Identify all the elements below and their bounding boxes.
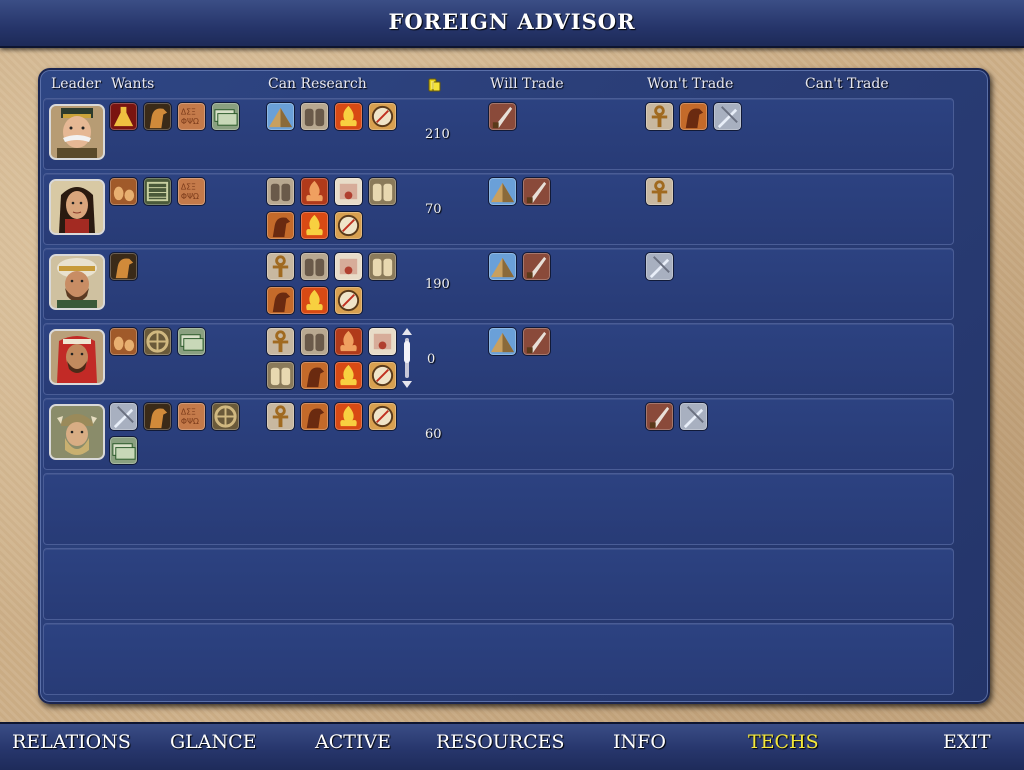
tech-iron-working-icon[interactable] — [109, 402, 138, 431]
tech-alphabet-icon[interactable] — [143, 177, 172, 206]
leader-portrait-sultan[interactable] — [49, 254, 105, 310]
tech-warrior-code-icon[interactable] — [645, 402, 674, 431]
tech-masonry-icon[interactable] — [488, 177, 517, 206]
tech-iron-working-icon[interactable] — [679, 402, 708, 431]
empty-row — [43, 548, 954, 620]
svg-text:ΔΣΞ: ΔΣΞ — [181, 108, 196, 117]
nav-info-button[interactable]: INFO — [613, 731, 666, 753]
tech-navigation-icon[interactable] — [368, 102, 397, 131]
gold-scroll-control[interactable] — [401, 327, 413, 389]
tech-masonry-icon[interactable] — [488, 252, 517, 281]
svg-text:ΔΣΞ: ΔΣΞ — [181, 408, 196, 417]
leader-portrait-viking[interactable] — [49, 404, 105, 460]
nav-resources-button[interactable]: RESOURCES — [436, 731, 565, 753]
tech-navigation-icon[interactable] — [334, 211, 363, 240]
window-title: FOREIGN ADVISOR — [388, 9, 636, 34]
tech-bronze-working-icon[interactable] — [334, 102, 363, 131]
tech-currency-icon[interactable] — [211, 102, 240, 131]
tech-pottery-icon[interactable] — [109, 177, 138, 206]
tech-horseback-riding-icon[interactable] — [300, 402, 329, 431]
tech-horseback-riding-icon[interactable] — [266, 211, 295, 240]
tech-ceremonial-burial-icon[interactable] — [266, 327, 295, 356]
tech-currency-icon[interactable] — [109, 436, 138, 465]
tech-bronze-working-icon[interactable] — [300, 211, 329, 240]
column-header-leader: Leader — [51, 76, 101, 92]
tech-writing-icon[interactable]: ΔΣΞ ΦΨΩ — [177, 102, 206, 131]
gold-value: 0 — [427, 352, 436, 367]
tech-literature-icon[interactable] — [368, 252, 397, 281]
column-header-cant-trade: Can't Trade — [805, 76, 889, 92]
tech-navigation-icon[interactable] — [368, 361, 397, 390]
tech-horseback-riding-icon[interactable] — [679, 102, 708, 131]
tech-ceremonial-burial-icon[interactable] — [645, 102, 674, 131]
tech-mathematics-icon[interactable] — [334, 252, 363, 281]
scroll-down-arrow-icon — [402, 381, 412, 388]
tech-horseback-riding-icon[interactable] — [300, 361, 329, 390]
column-header-can-research: Can Research — [268, 76, 367, 92]
leader-portrait-sheikh[interactable] — [49, 329, 105, 385]
tech-writing-icon[interactable]: ΔΣΞ ΦΨΩ — [177, 177, 206, 206]
column-header-wont-trade: Won't Trade — [647, 76, 734, 92]
tech-navigation-icon[interactable] — [334, 286, 363, 315]
gold-coins-icon — [428, 78, 441, 92]
tech-currency-icon[interactable] — [177, 327, 206, 356]
tech-pottery-icon[interactable] — [109, 327, 138, 356]
tech-warrior-code-icon[interactable] — [522, 327, 551, 356]
tech-bronze-working-icon[interactable] — [334, 361, 363, 390]
column-header-wants: Wants — [111, 76, 155, 92]
title-bar: FOREIGN ADVISOR — [0, 0, 1024, 48]
tech-code-of-laws-icon[interactable] — [300, 327, 329, 356]
tech-horseback-riding-icon[interactable] — [266, 286, 295, 315]
tech-warrior-code-icon[interactable] — [488, 102, 517, 131]
tech-horseman-icon[interactable] — [143, 402, 172, 431]
tech-warrior-code-icon[interactable] — [522, 252, 551, 281]
tech-navigation-icon[interactable] — [368, 402, 397, 431]
tech-mathematics-icon[interactable] — [334, 177, 363, 206]
tech-mysticism-icon[interactable] — [334, 327, 363, 356]
tech-horseman-icon[interactable] — [143, 102, 172, 131]
leader-portrait-general[interactable] — [49, 104, 105, 160]
empty-row — [43, 473, 954, 545]
nav-active-button[interactable]: ACTIVE — [315, 731, 391, 753]
leader-portrait-queen[interactable] — [49, 179, 105, 235]
tech-mathematics-icon[interactable] — [368, 327, 397, 356]
tech-code-of-laws-icon[interactable] — [300, 102, 329, 131]
nav-techs-button[interactable]: TECHS — [748, 731, 819, 753]
svg-text:ΦΨΩ: ΦΨΩ — [181, 117, 199, 126]
tech-mysticism-icon[interactable] — [300, 177, 329, 206]
svg-text:ΦΨΩ: ΦΨΩ — [181, 192, 199, 201]
tech-masonry-icon[interactable] — [488, 327, 517, 356]
gold-value: 190 — [425, 277, 450, 292]
tech-code-of-laws-icon[interactable] — [300, 252, 329, 281]
nav-exit-button[interactable]: EXIT — [943, 731, 991, 753]
tech-literature-icon[interactable] — [368, 177, 397, 206]
tech-the-wheel-icon[interactable] — [211, 402, 240, 431]
column-header-will-trade: Will Trade — [490, 76, 564, 92]
tech-warrior-code-icon[interactable] — [522, 177, 551, 206]
svg-text:ΔΣΞ: ΔΣΞ — [181, 183, 196, 192]
tech-iron-working-icon[interactable] — [713, 102, 742, 131]
empty-row — [43, 623, 954, 695]
tech-ceremonial-burial-icon[interactable] — [266, 252, 295, 281]
tech-horseman-icon[interactable] — [109, 252, 138, 281]
tech-masonry-icon[interactable] — [266, 102, 295, 131]
nav-relations-button[interactable]: RELATIONS — [12, 731, 131, 753]
tech-writing-icon[interactable]: ΔΣΞ ΦΨΩ — [177, 402, 206, 431]
gold-value: 70 — [425, 202, 442, 217]
tech-ceremonial-burial-icon[interactable] — [645, 177, 674, 206]
tech-bronze-working-icon[interactable] — [334, 402, 363, 431]
scroll-up-arrow-icon — [402, 328, 412, 335]
gold-value: 60 — [425, 427, 442, 442]
tech-ceremonial-burial-icon[interactable] — [266, 402, 295, 431]
tech-code-of-laws-icon[interactable] — [266, 177, 295, 206]
gold-value: 210 — [425, 127, 450, 142]
tech-the-wheel-icon[interactable] — [143, 327, 172, 356]
tech-iron-working-icon[interactable] — [645, 252, 674, 281]
nav-glance-button[interactable]: GLANCE — [170, 731, 257, 753]
tech-literature-icon[interactable] — [266, 361, 295, 390]
tech-bronze-working-icon[interactable] — [300, 286, 329, 315]
svg-text:ΦΨΩ: ΦΨΩ — [181, 417, 199, 426]
tech-alchemy-icon[interactable] — [109, 102, 138, 131]
